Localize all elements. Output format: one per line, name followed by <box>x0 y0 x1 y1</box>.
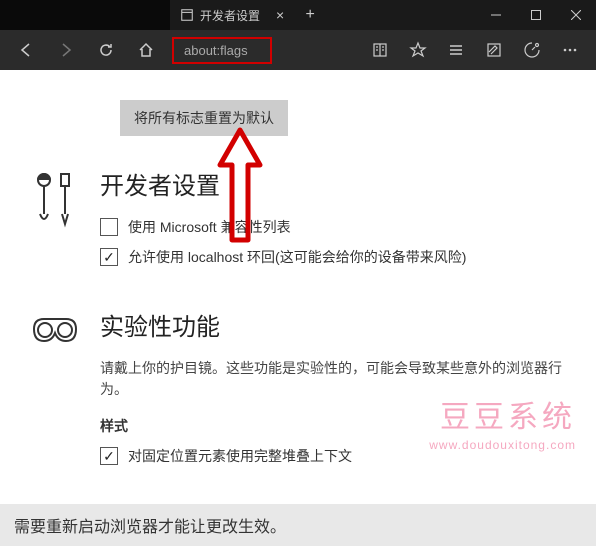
tab-close-button[interactable]: × <box>270 7 290 23</box>
style-subsection-title: 样式 <box>100 416 566 436</box>
new-tab-button[interactable]: + <box>290 0 330 30</box>
checkbox-icon[interactable] <box>100 218 118 236</box>
checkbox-label: 对固定位置元素使用完整堆叠上下文 <box>128 446 352 466</box>
goggles-icon <box>30 307 80 476</box>
tab-title: 开发者设置 <box>200 7 260 24</box>
more-button[interactable] <box>552 32 588 68</box>
checkbox-row[interactable]: 允许使用 localhost 环回(这可能会给你的设备带来风险) <box>100 247 566 267</box>
refresh-button[interactable] <box>88 32 124 68</box>
reset-flags-button[interactable]: 将所有标志重置为默认 <box>120 100 288 136</box>
share-button[interactable] <box>514 32 550 68</box>
restart-notice-text: 需要重新启动浏览器才能让更改生效。 <box>14 513 286 537</box>
address-bar[interactable]: about:flags <box>172 37 272 64</box>
restart-notice-bar: 需要重新启动浏览器才能让更改生效。 <box>0 504 596 546</box>
home-button[interactable] <box>128 32 164 68</box>
checkbox-row[interactable]: 对固定位置元素使用完整堆叠上下文 <box>100 446 566 466</box>
experimental-desc: 请戴上你的护目镜。这些功能是实验性的，可能会导致某些意外的浏览器行为。 <box>100 358 566 400</box>
favorites-button[interactable] <box>400 32 436 68</box>
forward-button[interactable] <box>48 32 84 68</box>
checkbox-label: 使用 Microsoft 兼容性列表 <box>128 217 291 237</box>
page-content: 将所有标志重置为默认 开发者设置 使用 Microsoft 兼容性列表 允许使用… <box>0 70 596 504</box>
browser-tab[interactable]: 开发者设置 <box>170 0 270 30</box>
checkbox-checked-icon[interactable] <box>100 447 118 465</box>
experimental-section-title: 实验性功能 <box>100 307 566 342</box>
checkbox-row[interactable]: 使用 Microsoft 兼容性列表 <box>100 217 566 237</box>
back-button[interactable] <box>8 32 44 68</box>
maximize-button[interactable] <box>516 0 556 30</box>
close-window-button[interactable] <box>556 0 596 30</box>
minimize-button[interactable] <box>476 0 516 30</box>
titlebar-blank-left <box>0 0 170 30</box>
experimental-section: 实验性功能 请戴上你的护目镜。这些功能是实验性的，可能会导致某些意外的浏览器行为… <box>20 307 576 476</box>
tab-page-icon <box>180 8 194 22</box>
toolbar: about:flags <box>0 30 596 70</box>
developer-section: 开发者设置 使用 Microsoft 兼容性列表 允许使用 localhost … <box>20 166 576 277</box>
checkbox-label: 允许使用 localhost 环回(这可能会给你的设备带来风险) <box>128 247 466 267</box>
titlebar: 开发者设置 × + <box>0 0 596 30</box>
checkbox-checked-icon[interactable] <box>100 248 118 266</box>
wrench-screwdriver-icon <box>30 166 80 277</box>
hub-button[interactable] <box>438 32 474 68</box>
reading-list-button[interactable] <box>362 32 398 68</box>
developer-section-title: 开发者设置 <box>100 166 566 201</box>
notes-button[interactable] <box>476 32 512 68</box>
